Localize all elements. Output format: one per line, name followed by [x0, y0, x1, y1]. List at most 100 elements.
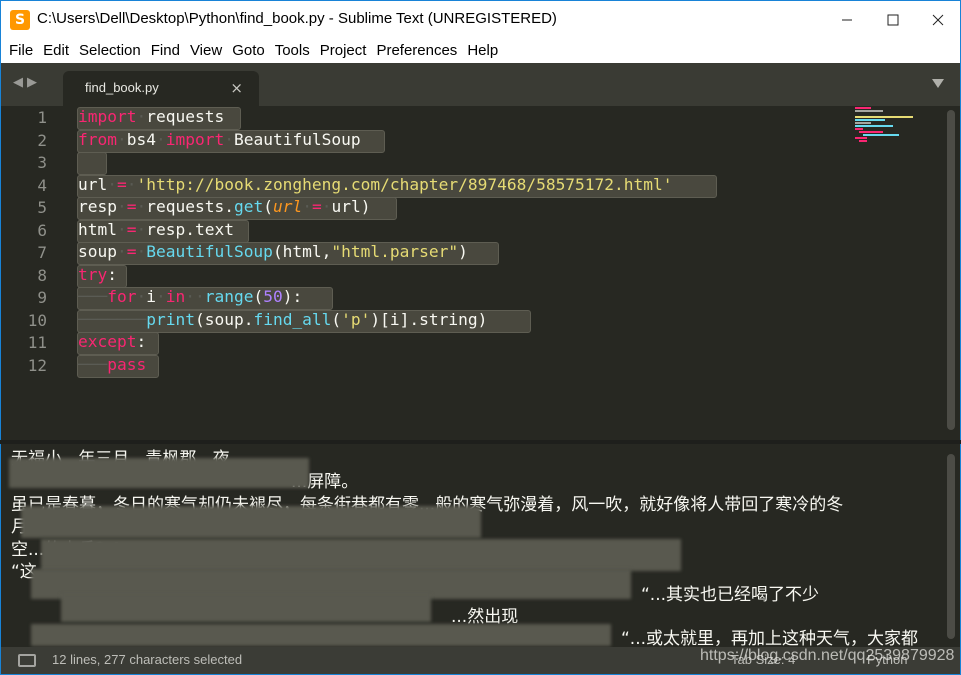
maximize-button[interactable] — [870, 1, 916, 38]
function: get — [233, 197, 264, 216]
window-title: C:\Users\Dell\Desktop\Python\find_book.p… — [37, 10, 557, 27]
punctuation: ( — [253, 287, 264, 306]
maximize-icon — [887, 14, 899, 25]
menu-selection[interactable]: Selection — [75, 42, 145, 59]
redaction-block — [21, 506, 481, 538]
number: 50 — [263, 287, 283, 306]
line-number: 10 — [27, 310, 47, 330]
keyword: try — [78, 264, 108, 284]
redaction-block — [31, 624, 611, 646]
redaction-block — [61, 594, 431, 622]
code-line-10: ───────print(soup.find_all('p')[i].strin… — [78, 309, 488, 329]
identifier: requests — [146, 107, 225, 126]
code-line-4: url·=·'http://book.zongheng.com/chapter/… — [78, 174, 673, 194]
identifier: i — [146, 287, 156, 306]
editor-scrollbar[interactable] — [947, 110, 955, 430]
menu-file[interactable]: File — [5, 42, 37, 59]
menu-view[interactable]: View — [186, 42, 226, 59]
argument: url — [272, 197, 303, 216]
identifier: resp — [78, 197, 117, 216]
function: BeautifulSoup — [146, 242, 273, 261]
line-number: 6 — [37, 220, 47, 240]
code-line-7: soup·=·BeautifulSoup(html,"html.parser") — [78, 242, 468, 261]
identifier: soup — [78, 242, 117, 261]
close-button[interactable] — [915, 1, 961, 38]
punctuation: ): — [282, 287, 303, 306]
code-line-6: html·=·resp.text — [78, 219, 234, 239]
punctuation: )[i].string) — [370, 309, 488, 329]
tab-bar: ◀▶ find_book.py × — [0, 63, 961, 106]
code-editor[interactable]: 1 2 3 4 5 6 7 8 9 10 11 12 import·reques… — [0, 106, 961, 440]
keyword: import — [78, 107, 137, 126]
punctuation: : — [107, 264, 117, 284]
line-number: 12 — [27, 355, 47, 375]
code-line-8: try: — [78, 264, 117, 287]
tab-find-book[interactable]: find_book.py × — [63, 71, 259, 106]
keyword: import — [165, 129, 225, 149]
line-number: 4 — [37, 175, 47, 195]
keyword: from — [78, 129, 117, 149]
menu-preferences[interactable]: Preferences — [372, 42, 461, 59]
code-line-5: resp·=·requests.get(url·=·url) — [78, 197, 371, 216]
punctuation: ( — [263, 197, 273, 216]
line-number: 1 — [37, 108, 47, 127]
code-line-12: ───pass — [78, 354, 147, 374]
function: print — [146, 309, 195, 329]
keyword: in — [165, 287, 186, 306]
punctuation: ) — [458, 242, 468, 261]
function: find_all — [253, 309, 332, 329]
output-scrollbar[interactable] — [947, 454, 955, 639]
string: 'http://book.zongheng.com/chapter/897468… — [136, 174, 673, 194]
keyword: for — [107, 287, 137, 306]
line-gutter: 1 2 3 4 5 6 7 8 9 10 11 12 — [1, 106, 61, 440]
build-output-panel[interactable]: 无福小...年三月...青枫郡...夜 ...屏障。 虽已是春暮，冬日的寒气却仍… — [0, 444, 961, 647]
menu-help[interactable]: Help — [463, 42, 502, 59]
identifier: bs4 — [126, 129, 156, 149]
minimize-button[interactable] — [824, 1, 870, 38]
sublime-text-icon: S — [10, 10, 30, 30]
string: "html.parser" — [331, 242, 459, 261]
code-line-11: except: — [78, 331, 146, 354]
punctuation: (soup. — [194, 309, 254, 329]
menu-project[interactable]: Project — [316, 42, 371, 59]
menu-tools[interactable]: Tools — [271, 42, 314, 59]
line-number: 2 — [37, 130, 47, 150]
keyword: except — [78, 332, 137, 351]
window-titlebar: S C:\Users\Dell\Desktop\Python\find_book… — [0, 0, 961, 38]
tab-label: find_book.py — [85, 80, 159, 95]
close-icon — [932, 14, 944, 25]
minimize-icon — [842, 19, 852, 20]
selection-status: 12 lines, 277 characters selected — [52, 652, 243, 667]
operator: = — [117, 174, 127, 194]
function: range — [204, 287, 254, 306]
identifier: url — [78, 174, 108, 194]
punctuation: (html, — [272, 242, 332, 261]
string: 'p' — [341, 309, 371, 329]
code-line-2: from·bs4·import·BeautifulSoup — [78, 129, 361, 149]
punctuation: ( — [331, 309, 342, 329]
punctuation: : — [136, 332, 147, 351]
menu-bar: File Edit Selection Find View Goto Tools… — [0, 38, 961, 63]
panel-toggle-icon[interactable] — [18, 654, 36, 667]
identifier: html — [78, 219, 117, 239]
redaction-block — [41, 539, 681, 571]
output-line: “...其实也已经喝了不少 — [641, 585, 820, 605]
tab-close-icon[interactable]: × — [230, 79, 243, 97]
redaction-block — [9, 458, 309, 488]
menu-edit[interactable]: Edit — [39, 42, 73, 59]
menu-goto[interactable]: Goto — [228, 42, 269, 59]
output-line: “...或太就里，再加上这种天气，大家都 — [621, 629, 919, 647]
selection-highlight — [77, 152, 107, 175]
line-number: 8 — [37, 265, 47, 285]
line-number: 11 — [27, 333, 47, 352]
line-number: 9 — [37, 288, 47, 307]
line-number: 3 — [37, 153, 47, 172]
tab-navigation-arrows[interactable]: ◀▶ — [13, 75, 41, 90]
menu-find[interactable]: Find — [147, 42, 184, 59]
keyword: pass — [107, 354, 147, 374]
identifier: resp.text — [146, 219, 234, 239]
tab-list-dropdown-icon[interactable] — [932, 79, 944, 88]
code-line-9: ───for·i·in··range(50): — [78, 287, 303, 306]
operator: = — [311, 197, 322, 216]
minimap[interactable] — [853, 106, 943, 146]
